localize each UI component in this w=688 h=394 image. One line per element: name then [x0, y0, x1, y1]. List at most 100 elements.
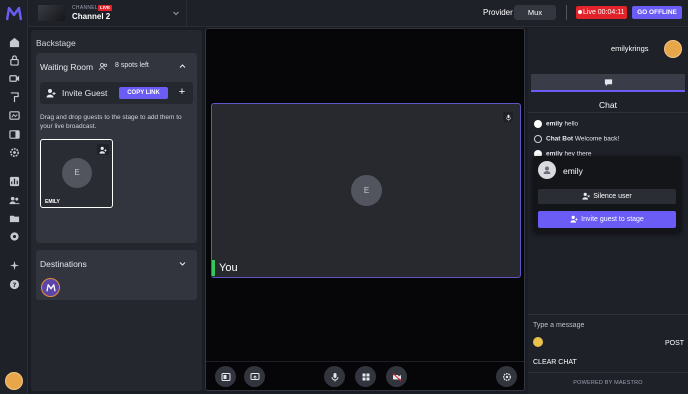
chevron-up-icon[interactable] — [178, 62, 187, 71]
microphone-icon[interactable] — [503, 112, 513, 122]
divider — [186, 0, 187, 27]
stage-video-frame[interactable]: E You — [211, 103, 521, 278]
invite-guest-label: Invite Guest — [62, 88, 108, 98]
chat-title: Chat — [599, 100, 617, 110]
add-user-icon — [46, 89, 56, 98]
chevron-down-icon[interactable] — [172, 9, 180, 17]
drag-instructions: Drag and drop guests to the stage to add… — [40, 114, 182, 130]
stage-settings-button[interactable] — [496, 366, 517, 387]
spots-left: 8 spots left — [115, 62, 149, 69]
brush-icon[interactable] — [8, 91, 20, 103]
grid-icon — [362, 373, 369, 380]
chat-message[interactable]: Chat Bot Welcome back! — [534, 135, 619, 143]
guest-avatar: E — [62, 158, 92, 188]
post-button[interactable]: POST — [665, 340, 684, 347]
provider-select[interactable]: Mux — [514, 5, 556, 20]
user-icon — [534, 120, 542, 128]
user-icon — [543, 166, 551, 174]
chat-input-area: POST — [528, 314, 688, 354]
layout-icon — [221, 372, 230, 381]
people-icon — [99, 62, 108, 71]
message-user: emily — [546, 120, 563, 128]
silence-user-button[interactable]: Silence user — [538, 189, 676, 204]
camera-off-button[interactable] — [386, 366, 407, 387]
screen-share-button[interactable] — [244, 366, 265, 387]
microphone-icon — [331, 372, 338, 381]
emoji-icon[interactable] — [533, 337, 543, 347]
lock-icon[interactable] — [8, 54, 20, 66]
app: ? CHANNEL LIVE Channel 2 Provider Mux Li… — [0, 0, 688, 394]
chat-user-avatar[interactable] — [664, 40, 682, 58]
go-offline-button[interactable]: GO OFFLINE — [632, 6, 682, 19]
backstage-title: Backstage — [36, 38, 76, 48]
add-user-icon — [570, 215, 578, 223]
channel-thumbnail — [38, 5, 65, 21]
media-icon[interactable] — [8, 109, 20, 121]
popup-username: emily — [563, 166, 583, 176]
help-icon[interactable]: ? — [8, 278, 20, 290]
popup-avatar — [538, 161, 556, 179]
copy-link-button[interactable]: COPY LINK — [119, 87, 168, 99]
channel-label: CHANNEL — [72, 5, 98, 11]
divider — [528, 112, 688, 113]
mute-button[interactable] — [324, 366, 345, 387]
powered-by: POWERED BY MAESTRO — [573, 380, 643, 386]
destinations-title: Destinations — [40, 259, 87, 269]
gear-icon — [502, 372, 511, 381]
add-guest-button[interactable]: + — [177, 85, 187, 99]
left-rail: ? — [0, 0, 28, 394]
message-user: Chat Bot — [546, 135, 574, 143]
invite-guest-row: Invite Guest COPY LINK + — [40, 82, 193, 104]
users-icon[interactable] — [8, 194, 20, 206]
home-icon[interactable] — [8, 36, 20, 48]
invite-to-stage-button[interactable]: Invite guest to stage — [538, 211, 676, 228]
stage: E You — [205, 28, 525, 391]
guest-name: EMILY — [45, 199, 60, 205]
chat-message[interactable]: emily hello — [534, 120, 578, 128]
provider-label: Provider — [483, 8, 513, 17]
camera-off-icon — [392, 372, 401, 381]
live-badge: LIVE — [98, 5, 113, 11]
waiting-room: Waiting Room 8 spots left Invite Guest C… — [36, 53, 197, 243]
chevron-down-icon[interactable] — [178, 259, 187, 268]
maestro-destination-icon[interactable] — [41, 278, 60, 297]
destinations: Destinations — [36, 250, 197, 300]
message-text: Welcome back! — [574, 135, 620, 143]
chat-username: emilykrings — [611, 44, 649, 53]
panels-icon[interactable] — [8, 128, 20, 140]
top-bar: CHANNEL LIVE Channel 2 Provider Mux Live… — [28, 0, 688, 27]
maestro-logo-icon[interactable] — [6, 7, 22, 21]
silence-user-label: Silence user — [593, 193, 632, 200]
grid-view-button[interactable] — [355, 366, 376, 387]
backstage-panel: Backstage Waiting Room 8 spots left Invi… — [31, 30, 202, 391]
silence-icon — [582, 192, 591, 200]
settings-icon[interactable] — [8, 230, 20, 242]
stage-controls — [206, 361, 524, 391]
invite-to-stage-label: Invite guest to stage — [581, 216, 644, 223]
tab-chat[interactable] — [531, 74, 685, 92]
screen-share-icon — [250, 372, 259, 380]
stage-avatar: E — [351, 175, 382, 206]
live-timer: Live 00:04:11 — [576, 6, 627, 19]
gear-icon[interactable] — [8, 146, 20, 158]
divider — [566, 5, 567, 20]
guest-card[interactable]: E EMILY — [40, 139, 113, 208]
svg-text:?: ? — [12, 280, 16, 288]
chat-bubble-icon — [604, 78, 612, 86]
clear-chat-button[interactable]: CLEAR CHAT — [533, 359, 577, 366]
message-text: hello — [564, 120, 579, 128]
user-avatar[interactable] — [5, 372, 23, 390]
add-to-stage-icon[interactable] — [97, 144, 109, 155]
video-icon[interactable] — [8, 72, 20, 84]
channel-name[interactable]: Channel 2 — [72, 12, 110, 21]
divider — [528, 372, 688, 373]
analytics-icon[interactable] — [8, 175, 20, 187]
layout-button[interactable] — [215, 366, 236, 387]
participant-label: You — [212, 260, 238, 276]
chat-message-input[interactable] — [533, 319, 633, 331]
folder-icon[interactable] — [8, 212, 20, 224]
user-action-popup: emily Silence user Invite guest to stage — [533, 156, 681, 232]
bot-icon — [534, 135, 542, 143]
waiting-room-title: Waiting Room — [40, 62, 94, 72]
sparkle-icon[interactable] — [8, 259, 20, 271]
